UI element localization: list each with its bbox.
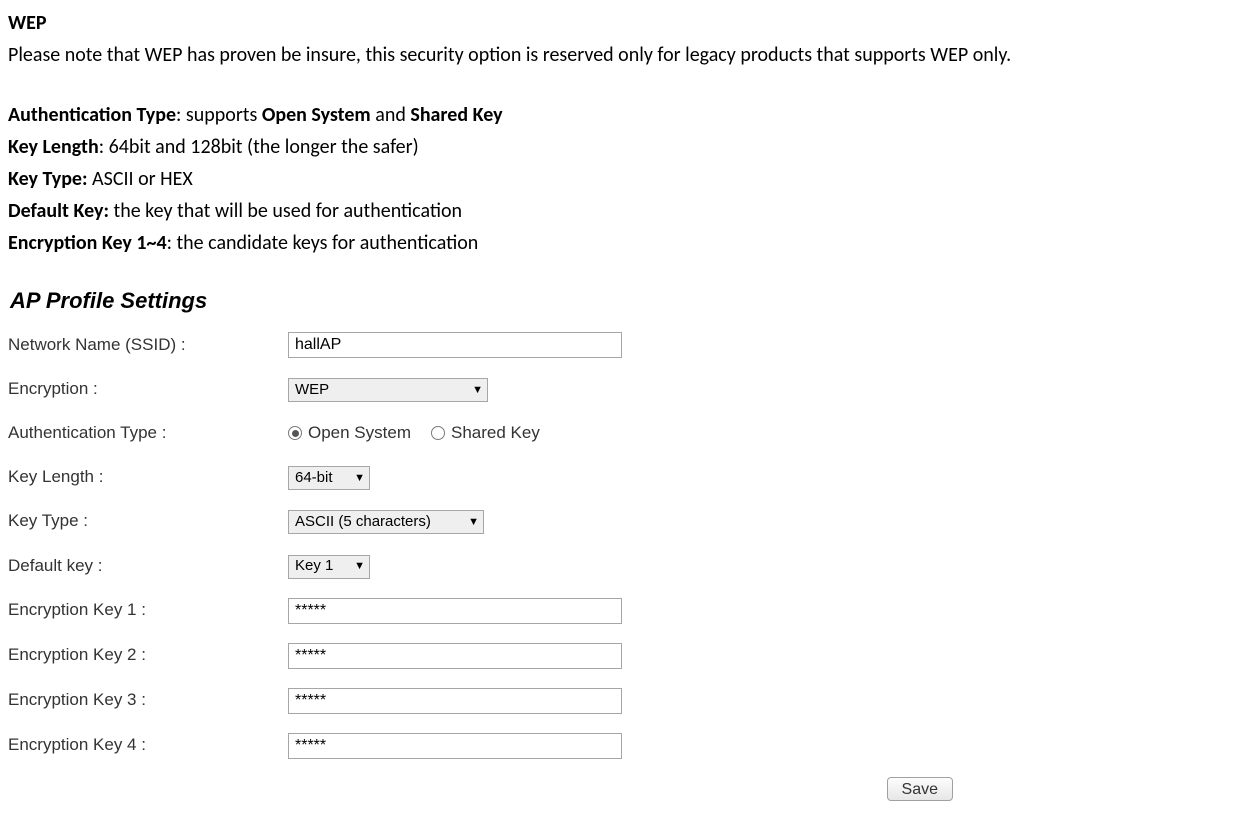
section-note: Please note that WEP has proven be insur… xyxy=(8,40,1243,70)
default-key-select-value: Key 1 xyxy=(295,555,333,578)
para-encryption-keys-rest: : the candidate keys for authentication xyxy=(167,231,479,255)
para-key-length: Key Length: 64bit and 128bit (the longer… xyxy=(8,132,1243,162)
para-auth-type-v2: Shared Key xyxy=(410,103,502,127)
label-auth-type: Authentication Type : xyxy=(8,420,288,446)
para-auth-type-mid: and xyxy=(371,103,411,127)
save-row: Save xyxy=(8,777,953,801)
auth-open-system-label: Open System xyxy=(308,420,411,446)
row-key-4: Encryption Key 4 : xyxy=(8,732,953,759)
key-type-select[interactable]: ASCII (5 characters) ▼ xyxy=(288,510,484,534)
ap-profile-settings-panel: AP Profile Settings Network Name (SSID) … xyxy=(8,284,953,801)
label-encryption: Encryption : xyxy=(8,376,288,402)
encryption-key-2-input[interactable] xyxy=(288,643,622,669)
para-auth-type-label: Authentication Type xyxy=(8,103,176,127)
para-key-length-rest: : 64bit and 128bit (the longer the safer… xyxy=(99,135,419,159)
row-key-length: Key Length : 64-bit ▼ xyxy=(8,464,953,490)
row-key-2: Encryption Key 2 : xyxy=(8,642,953,669)
ssid-input[interactable] xyxy=(288,332,622,358)
chevron-down-icon: ▼ xyxy=(468,517,479,528)
para-key-type-rest: ASCII or HEX xyxy=(88,167,193,191)
label-key-3: Encryption Key 3 : xyxy=(8,687,288,713)
encryption-key-3-input[interactable] xyxy=(288,688,622,714)
radio-icon xyxy=(431,426,445,440)
key-length-select-value: 64-bit xyxy=(295,467,333,490)
panel-title: AP Profile Settings xyxy=(10,284,953,317)
para-key-type-label: Key Type: xyxy=(8,167,88,191)
save-button[interactable]: Save xyxy=(887,777,953,801)
chevron-down-icon: ▼ xyxy=(354,473,365,484)
key-length-select[interactable]: 64-bit ▼ xyxy=(288,466,370,490)
section-heading: WEP xyxy=(8,8,1243,38)
para-default-key: Default Key: the key that will be used f… xyxy=(8,196,1243,226)
para-auth-type-v1: Open System xyxy=(262,103,371,127)
label-default-key: Default key : xyxy=(8,553,288,579)
para-auth-type: Authentication Type: supports Open Syste… xyxy=(8,100,1243,130)
row-auth-type: Authentication Type : Open System Shared… xyxy=(8,420,953,446)
row-ssid: Network Name (SSID) : xyxy=(8,331,953,358)
radio-icon xyxy=(288,426,302,440)
row-encryption: Encryption : WEP ▼ xyxy=(8,376,953,402)
default-key-select[interactable]: Key 1 ▼ xyxy=(288,555,370,579)
para-encryption-keys: Encryption Key 1~4: the candidate keys f… xyxy=(8,228,1243,258)
label-key-type: Key Type : xyxy=(8,508,288,534)
row-key-type: Key Type : ASCII (5 characters) ▼ xyxy=(8,508,953,534)
key-type-select-value: ASCII (5 characters) xyxy=(295,511,431,534)
para-auth-type-sep: : supports xyxy=(176,103,262,127)
label-ssid: Network Name (SSID) : xyxy=(8,332,288,358)
para-default-key-label: Default Key: xyxy=(8,199,109,223)
auth-open-system-radio[interactable]: Open System xyxy=(288,420,411,446)
encryption-select[interactable]: WEP ▼ xyxy=(288,378,488,402)
para-key-length-label: Key Length xyxy=(8,135,99,159)
label-key-1: Encryption Key 1 : xyxy=(8,597,288,623)
auth-shared-key-radio[interactable]: Shared Key xyxy=(431,420,540,446)
encryption-key-1-input[interactable] xyxy=(288,598,622,624)
label-key-4: Encryption Key 4 : xyxy=(8,732,288,758)
auth-shared-key-label: Shared Key xyxy=(451,420,540,446)
chevron-down-icon: ▼ xyxy=(472,385,483,396)
para-key-type: Key Type: ASCII or HEX xyxy=(8,164,1243,194)
para-encryption-keys-label: Encryption Key 1~4 xyxy=(8,231,167,255)
encryption-select-value: WEP xyxy=(295,379,329,402)
chevron-down-icon: ▼ xyxy=(354,561,365,572)
label-key-length: Key Length : xyxy=(8,464,288,490)
row-default-key: Default key : Key 1 ▼ xyxy=(8,552,953,578)
para-default-key-rest: the key that will be used for authentica… xyxy=(109,199,462,223)
encryption-key-4-input[interactable] xyxy=(288,733,622,759)
row-key-1: Encryption Key 1 : xyxy=(8,597,953,624)
label-key-2: Encryption Key 2 : xyxy=(8,642,288,668)
row-key-3: Encryption Key 3 : xyxy=(8,687,953,714)
